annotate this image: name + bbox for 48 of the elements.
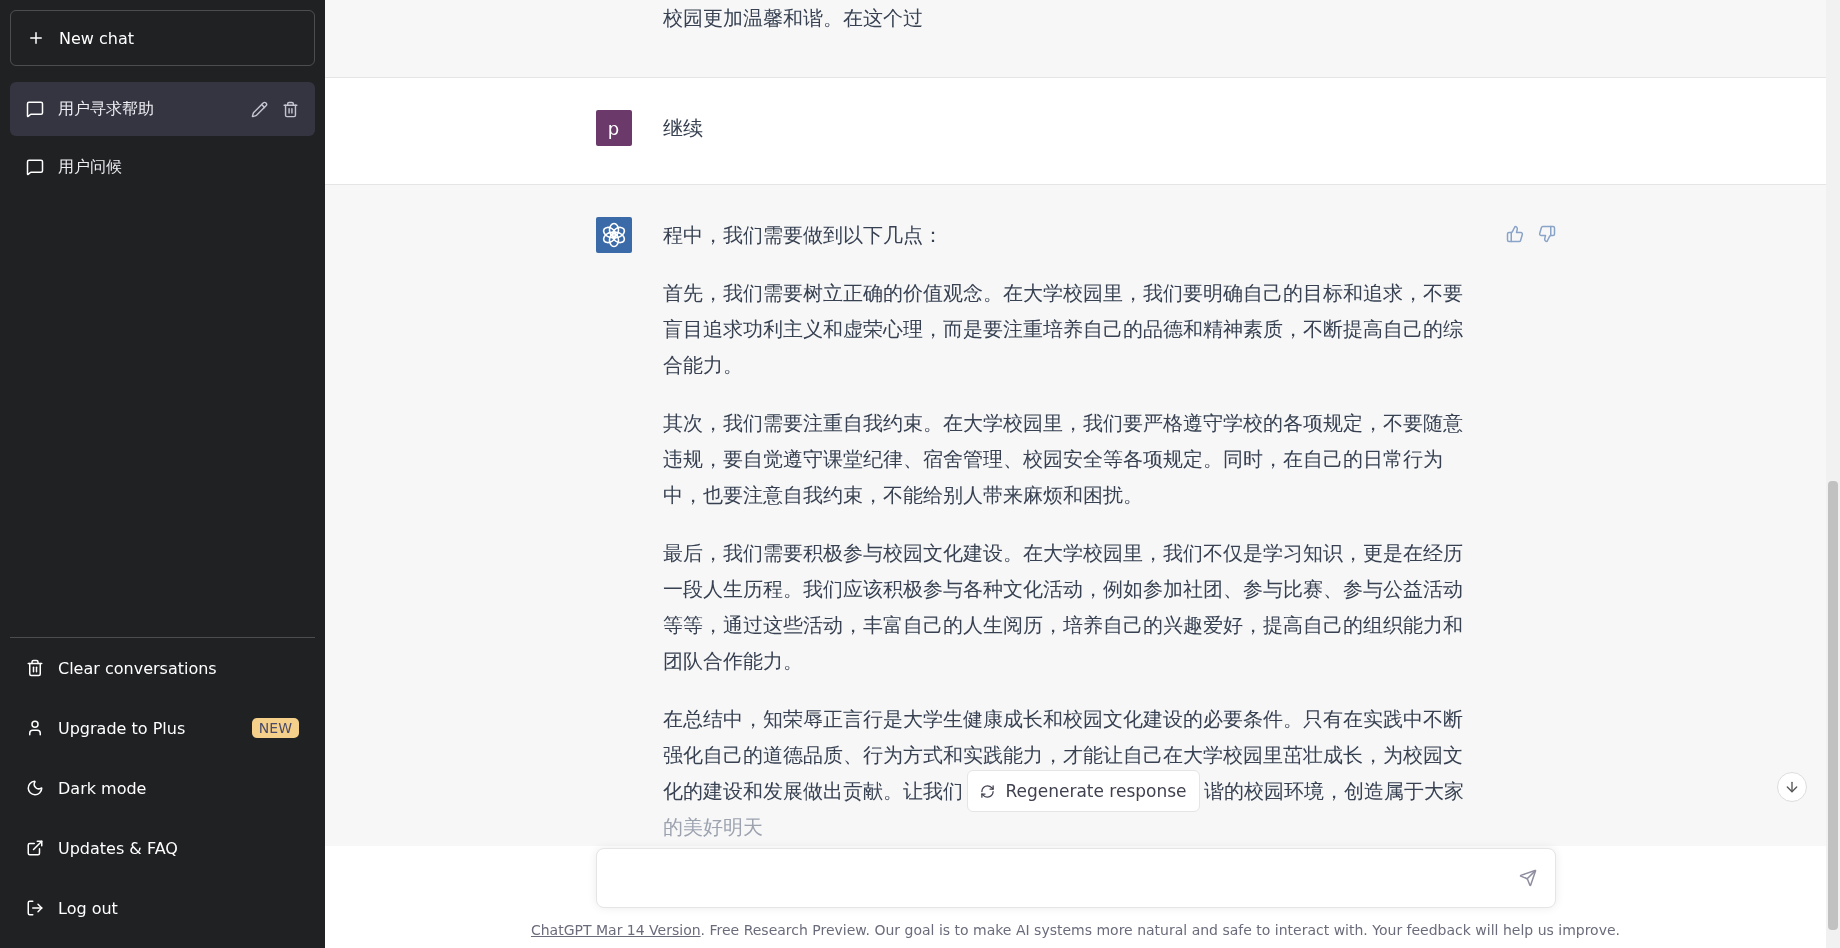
menu-item[interactable]: Upgrade to Plus NEW: [10, 698, 315, 758]
scrollbar[interactable]: [1826, 0, 1840, 948]
footer-note: ChatGPT Mar 14 Version. Free Research Preview. Our goal is to make AI systems more natural and safe to interact with. Your feedback will help us improve.: [530, 922, 1621, 938]
menu-item[interactable]: Clear conversations: [10, 638, 315, 698]
message-text: 化的建设和发展做出贡献。让我们: [662, 778, 963, 805]
menu-label: Dark mode: [58, 778, 148, 798]
delete-icon[interactable]: [282, 100, 299, 118]
menu-item[interactable]: Dark mode: [10, 758, 315, 818]
plus-icon: [27, 29, 45, 47]
conversation-item[interactable]: 用户问候: [10, 140, 315, 194]
message-text: 继续: [662, 115, 704, 142]
message-input[interactable]: [595, 848, 1556, 908]
edit-icon[interactable]: [251, 100, 268, 118]
assistant-avatar: [595, 217, 632, 253]
message-text: 的美好明天: [662, 814, 764, 841]
trash-icon: [26, 659, 44, 677]
message-text: 校园更加温馨和谐。在这个过: [662, 5, 924, 32]
regenerate-button[interactable]: Regenerate response: [967, 770, 1200, 812]
menu-label: Upgrade to Plus: [58, 718, 187, 738]
message-text: 在总结中，知荣辱正言行是大学生健康成长和校园文化建设的必要条件。只有在实践中不断强化自己的道德品质、行为方式和实践能力，才能让自己在大学校园里茁壮成长，为校园文: [662, 706, 1464, 769]
external-link-icon: [26, 839, 44, 857]
chat-bubble-icon: [26, 100, 44, 118]
new-chat-button[interactable]: New chat: [10, 10, 315, 66]
message-text: 谐的校园环境，创造属于大家: [1204, 778, 1465, 805]
thumbs-down-icon[interactable]: [1537, 225, 1556, 243]
user-avatar: p: [595, 110, 632, 146]
message-text: 程中，我们需要做到以下几点：: [662, 222, 944, 249]
message-text: 最后，我们需要积极参与校园文化建设。在大学校园里，我们不仅是学习知识，更是在经历一段人生历程。我们应该积极参与各种文化活动，例如参加社团、参与比赛、参与公益活动等等，通过这些活动，丰富自己的人生阅历，培养自己的兴趣爱好，提高自己的组织能力和团队合作能力。: [662, 540, 1464, 675]
menu-label: Updates & FAQ: [58, 838, 179, 858]
message-text: 首先，我们需要树立正确的价值观念。在大学校园里，我们要明确自己的目标和追求，不要盲目追求功利主义和虚荣心理，而是要注重培养自己的品德和精神素质，不断提高自己的综合能力。: [662, 280, 1464, 379]
conversation-title: 用户问候: [58, 156, 123, 178]
menu-label: Clear conversations: [58, 658, 218, 678]
send-icon[interactable]: [1518, 869, 1537, 887]
conversation-title: 用户寻求帮助: [58, 98, 155, 120]
version-link[interactable]: ChatGPT Mar 14 Version: [530, 922, 701, 938]
conversation-item[interactable]: 用户寻求帮助: [10, 82, 315, 136]
refresh-icon: [980, 783, 996, 799]
new-badge: NEW: [251, 718, 299, 738]
scrollbar-thumb[interactable]: [1828, 481, 1838, 930]
message-text: 其次，我们需要注重自我约束。在大学校园里，我们要严格遵守学校的各项规定，不要随意违规，要自觉遵守课堂纪律、宿舍管理、校园安全等各项规定。同时，在自己的日常行为中，也要注意自我约束，不能给别人带来麻烦和困扰。: [662, 410, 1464, 509]
user-icon: [26, 719, 44, 737]
menu-label: Log out: [58, 898, 119, 918]
chat-bubble-icon: [26, 158, 44, 176]
menu-item[interactable]: Log out: [10, 878, 315, 938]
thumbs-up-icon[interactable]: [1505, 225, 1524, 243]
menu-item[interactable]: Updates & FAQ: [10, 818, 315, 878]
logout-icon: [26, 899, 44, 917]
moon-icon: [26, 779, 44, 797]
